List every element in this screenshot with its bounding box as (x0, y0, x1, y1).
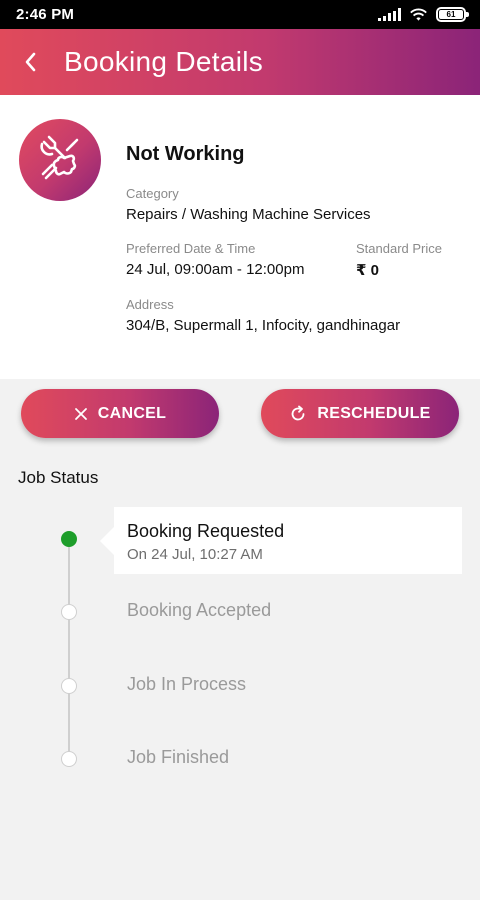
step-booking-requested-time: On 24 Jul, 10:27 AM (127, 546, 263, 563)
category-value: Repairs / Washing Machine Services (126, 206, 371, 223)
step-booking-requested: Booking Requested (127, 521, 285, 541)
wifi-icon (410, 8, 427, 21)
battery-level: 61 (439, 10, 463, 19)
category-label: Category (126, 186, 179, 201)
page-title: Booking Details (64, 46, 264, 77)
status-time: 2:46 PM (16, 6, 75, 23)
timeline-dot (61, 751, 77, 767)
current-status-card: Booking Requested On 24 Jul, 10:27 AM (100, 507, 462, 574)
reschedule-button[interactable]: RESCHEDULE (261, 389, 459, 438)
cancel-button-label: CANCEL (97, 404, 167, 422)
step-job-in-process: Job In Process (127, 674, 247, 694)
price-label: Standard Price (356, 241, 442, 256)
date-time-value: 24 Jul, 09:00am - 12:00pm (126, 261, 305, 278)
step-job-finished: Job Finished (127, 747, 230, 767)
step-booking-accepted: Booking Accepted (127, 600, 272, 620)
timeline-dot (61, 678, 77, 694)
back-button[interactable] (0, 29, 60, 95)
service-title: Not Working (126, 143, 245, 165)
signal-icon (378, 8, 401, 21)
timeline-dot-active (61, 531, 77, 547)
address-value: 304/B, Supermall 1, Infocity, gandhinaga… (126, 317, 401, 334)
status-bar: 2:46 PM 61 (0, 0, 480, 29)
chevron-left-icon (25, 52, 36, 72)
repair-tools-icon (40, 135, 79, 180)
date-time-label: Preferred Date & Time (126, 241, 256, 256)
timeline-dot (61, 604, 77, 620)
cancel-button[interactable]: CANCEL (21, 389, 219, 438)
close-icon (74, 407, 87, 420)
reschedule-button-label: RESCHEDULE (317, 404, 431, 422)
timeline-line (68, 540, 70, 760)
refresh-icon (291, 405, 305, 420)
price-value: ₹ 0 (356, 262, 379, 279)
battery-icon: 61 (436, 7, 469, 22)
app-bar: Booking Details (0, 29, 480, 95)
job-status-title: Job Status (18, 468, 99, 487)
address-label: Address (126, 297, 174, 312)
status-icons: 61 (378, 7, 469, 22)
service-avatar (19, 119, 101, 201)
booking-details-card: Not Working Category Repairs / Washing M… (0, 95, 480, 379)
